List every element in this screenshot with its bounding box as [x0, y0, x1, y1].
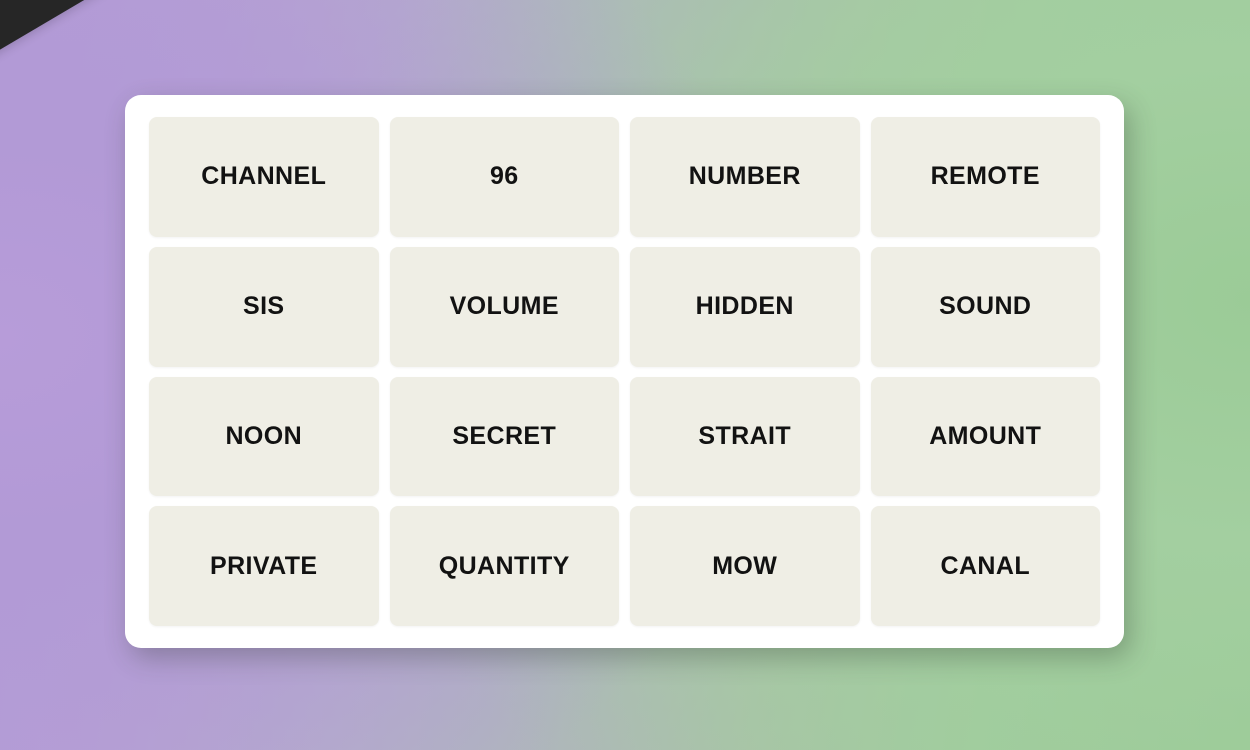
tile-label: SECRET: [452, 421, 557, 450]
tile-label: SOUND: [939, 292, 1032, 321]
word-tile-private[interactable]: PRIVATE: [149, 506, 379, 626]
tile-label: CHANNEL: [201, 162, 327, 191]
word-tile-sis[interactable]: SIS: [149, 246, 379, 367]
tile-label: REMOTE: [930, 162, 1040, 191]
word-tile-channel[interactable]: CHANNEL: [149, 117, 379, 237]
word-tile-quantity[interactable]: QUANTITY: [389, 506, 619, 626]
tile-label: NOON: [225, 421, 303, 450]
tile-label: HIDDEN: [695, 292, 794, 321]
tile-label: NUMBER: [688, 162, 801, 191]
tile-label: AMOUNT: [929, 421, 1042, 450]
word-tile-remote[interactable]: REMOTE: [870, 117, 1100, 237]
word-tile-strait[interactable]: STRAIT: [630, 376, 860, 497]
word-tile-sound[interactable]: SOUND: [870, 246, 1100, 367]
tile-label: PRIVATE: [210, 551, 318, 580]
word-grid: CHANNEL 96 NUMBER REMOTE SIS VOLUME HIDD…: [149, 117, 1100, 626]
tile-label: MOW: [712, 551, 778, 580]
tile-label: SIS: [243, 292, 285, 321]
tile-label: VOLUME: [449, 292, 559, 321]
tile-label: QUANTITY: [438, 551, 570, 580]
word-tile-hidden[interactable]: HIDDEN: [630, 246, 860, 367]
word-tile-amount[interactable]: AMOUNT: [870, 376, 1100, 497]
puzzle-card: CHANNEL 96 NUMBER REMOTE SIS VOLUME HIDD…: [125, 95, 1124, 648]
word-tile-volume[interactable]: VOLUME: [389, 246, 619, 367]
tile-label: STRAIT: [698, 421, 792, 450]
tile-label: 96: [489, 162, 519, 191]
word-tile-96[interactable]: 96: [389, 117, 619, 237]
word-tile-noon[interactable]: NOON: [149, 376, 379, 497]
word-tile-canal[interactable]: CANAL: [870, 506, 1100, 626]
word-tile-mow[interactable]: MOW: [630, 506, 860, 626]
tile-label: CANAL: [940, 551, 1030, 580]
connections-puzzle-page: { "banner": { "date_label": "NOVEMBER 25…: [0, 0, 1250, 750]
word-tile-number[interactable]: NUMBER: [630, 117, 860, 237]
word-tile-secret[interactable]: SECRET: [389, 376, 619, 497]
